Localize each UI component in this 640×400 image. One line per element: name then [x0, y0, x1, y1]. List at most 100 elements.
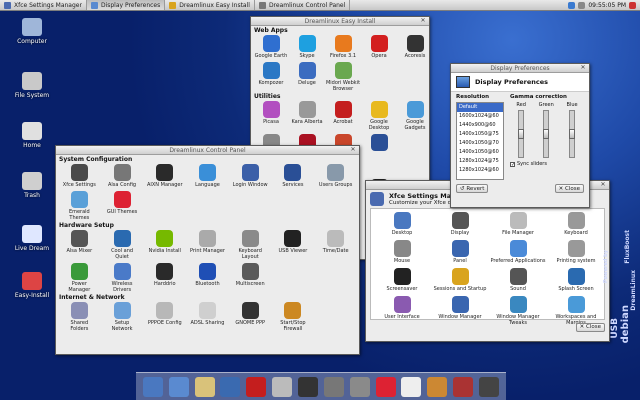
setting-sessions-and-startup[interactable]: Sessions and Startup — [431, 268, 489, 292]
launcher-gnome-ppp[interactable]: GNOME PPP — [232, 302, 268, 332]
launcher-wireless-drivers[interactable]: Wireless Drivers — [104, 263, 140, 293]
launcher-alsa-mixer[interactable]: Alsa Mixer — [61, 230, 97, 260]
slider-track[interactable] — [543, 110, 550, 158]
resolution-option[interactable]: 1280x1024@60 — [457, 166, 503, 175]
launcher-google-earth[interactable]: Google Earth — [253, 35, 289, 59]
resolution-option[interactable]: 1280x1024@75 — [457, 157, 503, 166]
launcher-time-date[interactable]: Time/Date — [318, 230, 354, 260]
launcher-users-groups[interactable]: Users Groups — [318, 164, 354, 188]
desktop-icon-computer[interactable]: Computer — [9, 18, 55, 45]
setting-splash-screen[interactable]: Splash Screen — [547, 268, 605, 292]
slider-handle[interactable] — [569, 129, 576, 139]
dock-drive-icon[interactable] — [272, 376, 293, 397]
launcher-power-manager[interactable]: Power Manager — [61, 263, 97, 293]
launcher-shared-folders[interactable]: Shared Folders — [61, 302, 97, 332]
slider-handle[interactable] — [543, 129, 550, 139]
setting-preferred-applications[interactable]: Preferred Applications — [489, 240, 547, 264]
sync-checkbox[interactable]: ✓ — [510, 161, 515, 167]
setting-window-manager-tweaks[interactable]: Window Manager Tweaks — [489, 296, 547, 326]
close-icon[interactable]: ✕ — [600, 182, 606, 188]
dock-disc-icon[interactable] — [297, 376, 318, 397]
launcher-aixn-manager[interactable]: AIXN Manager — [147, 164, 183, 188]
dock-monitor-icon[interactable] — [168, 376, 189, 397]
setting-user-interface[interactable]: User Interface — [373, 296, 431, 326]
dock-tools-icon[interactable] — [427, 376, 448, 397]
desktop-icon-trash[interactable]: Trash — [9, 172, 55, 199]
close-icon[interactable]: ✕ — [580, 65, 586, 71]
revert-button[interactable]: ↺ Revert — [456, 184, 489, 193]
setting-desktop[interactable]: Desktop — [373, 212, 431, 236]
launcher-keyboard-layout[interactable]: Keyboard Layout — [232, 230, 268, 260]
desktop-icon-easy-install[interactable]: Easy-Install — [9, 272, 55, 299]
dock-safari-icon[interactable] — [220, 376, 241, 397]
launcher-picasa[interactable]: Picasa — [253, 101, 289, 131]
taskbar-item-easy-install[interactable]: Dreamlinux Easy Install — [165, 0, 255, 10]
taskbar-item-settings-manager[interactable]: Xfce Settings Manager — [0, 0, 87, 10]
dock-media-icon[interactable] — [349, 376, 370, 397]
launcher-firefox-3-1[interactable]: Firefox 3.1 — [325, 35, 361, 59]
launcher-pppoe-config[interactable]: PPPOE Config — [147, 302, 183, 332]
setting-display[interactable]: Display — [431, 212, 489, 236]
launcher-alsa-config[interactable]: Alsa Config — [104, 164, 140, 188]
launcher-services[interactable]: Services — [275, 164, 311, 188]
launcher-google-gadgets[interactable]: Google Gadgets — [397, 101, 433, 131]
dock-eject-icon[interactable] — [478, 376, 499, 397]
launcher-kara-alberta[interactable]: Kara Alberta — [289, 101, 325, 131]
launcher-setup-network[interactable]: Setup Network — [104, 302, 140, 332]
launcher-gui-themes[interactable]: GUI Themes — [104, 191, 140, 221]
resolution-option[interactable]: Default — [457, 103, 503, 112]
launcher-nvidia-install[interactable]: Nvidia Install — [147, 230, 183, 260]
resolution-option[interactable]: 1600x1024@60 — [457, 112, 503, 121]
launcher-adsl-sharing[interactable]: ADSL Sharing — [189, 302, 225, 332]
close-icon[interactable]: ✕ — [350, 147, 356, 153]
setting-sound[interactable]: Sound — [489, 268, 547, 292]
launcher-usb-viewer[interactable]: USB Viewer — [275, 230, 311, 260]
launcher-acrobat[interactable]: Acrobat — [325, 101, 361, 131]
close-icon[interactable]: ✕ — [420, 18, 426, 24]
launcher-start-stop-firewall[interactable]: Start/Stop Firewall — [275, 302, 311, 332]
desktop-icon-home[interactable]: Home — [9, 122, 55, 149]
taskbar-item-control-panel[interactable]: Dreamlinux Control Panel — [255, 0, 351, 10]
setting-screensaver[interactable]: Screensaver — [373, 268, 431, 292]
logout-icon[interactable] — [629, 1, 636, 9]
dock-computer-icon[interactable] — [142, 376, 163, 397]
setting-mouse[interactable]: Mouse — [373, 240, 431, 264]
launcher-multiscreen[interactable]: Multiscreen — [232, 263, 268, 293]
resolution-option[interactable]: 1400x1050@75 — [457, 130, 503, 139]
launcher-google-desktop[interactable]: Google Desktop — [361, 101, 397, 131]
close-button[interactable]: ✕ Close — [554, 184, 584, 193]
dock-notes-icon[interactable] — [401, 376, 422, 397]
launcher-login-window[interactable]: Login Window — [232, 164, 268, 188]
launcher-language[interactable]: Language — [189, 164, 225, 188]
setting-window-manager[interactable]: Window Manager — [431, 296, 489, 326]
dock-folders-icon[interactable] — [194, 376, 215, 397]
desktop-icon-file-system[interactable]: File System — [9, 72, 55, 99]
launcher-emerald-themes[interactable]: Emerald Themes — [61, 191, 97, 221]
launcher-deluge[interactable]: Deluge — [289, 62, 325, 92]
slider-track[interactable] — [569, 110, 576, 158]
launcher-midori-webkit-browser[interactable]: Midori Webkit Browser — [325, 62, 361, 92]
dock-settings-icon[interactable] — [323, 376, 344, 397]
close-button[interactable]: ✕ Close — [575, 322, 605, 332]
volume-icon[interactable] — [578, 1, 586, 9]
resolution-option[interactable]: 1400x1050@70 — [457, 139, 503, 148]
resolution-option[interactable]: 1440x900@60 — [457, 121, 503, 130]
launcher-cool-and-quiet[interactable]: Cool and Quiet — [104, 230, 140, 260]
launcher-blank[interactable] — [361, 134, 397, 170]
launcher-harddrio[interactable]: Harddrio — [147, 263, 183, 293]
setting-file-manager[interactable]: File Manager — [489, 212, 547, 236]
setting-panel[interactable]: Panel — [431, 240, 489, 264]
slider-handle[interactable] — [518, 129, 525, 139]
launcher-skype[interactable]: Skype — [289, 35, 325, 59]
launcher-acoresis[interactable]: Acoresis — [397, 35, 433, 59]
resolution-option[interactable]: 1400x1050@60 — [457, 148, 503, 157]
resolution-list[interactable]: Default 1600x1024@60 1440x900@60 1400x1050@… — [456, 102, 504, 180]
network-icon[interactable] — [568, 1, 576, 9]
taskbar-item-display-prefs[interactable]: Display Preferences — [86, 0, 166, 10]
launcher-xfce-settings[interactable]: Xfce Settings — [61, 164, 97, 188]
dock-totem-icon[interactable] — [375, 376, 396, 397]
launcher-bluetooth[interactable]: Bluetooth — [189, 263, 225, 293]
launcher-opera[interactable]: Opera — [361, 35, 397, 59]
slider-track[interactable] — [518, 110, 525, 158]
setting-keyboard[interactable]: Keyboard — [547, 212, 605, 236]
